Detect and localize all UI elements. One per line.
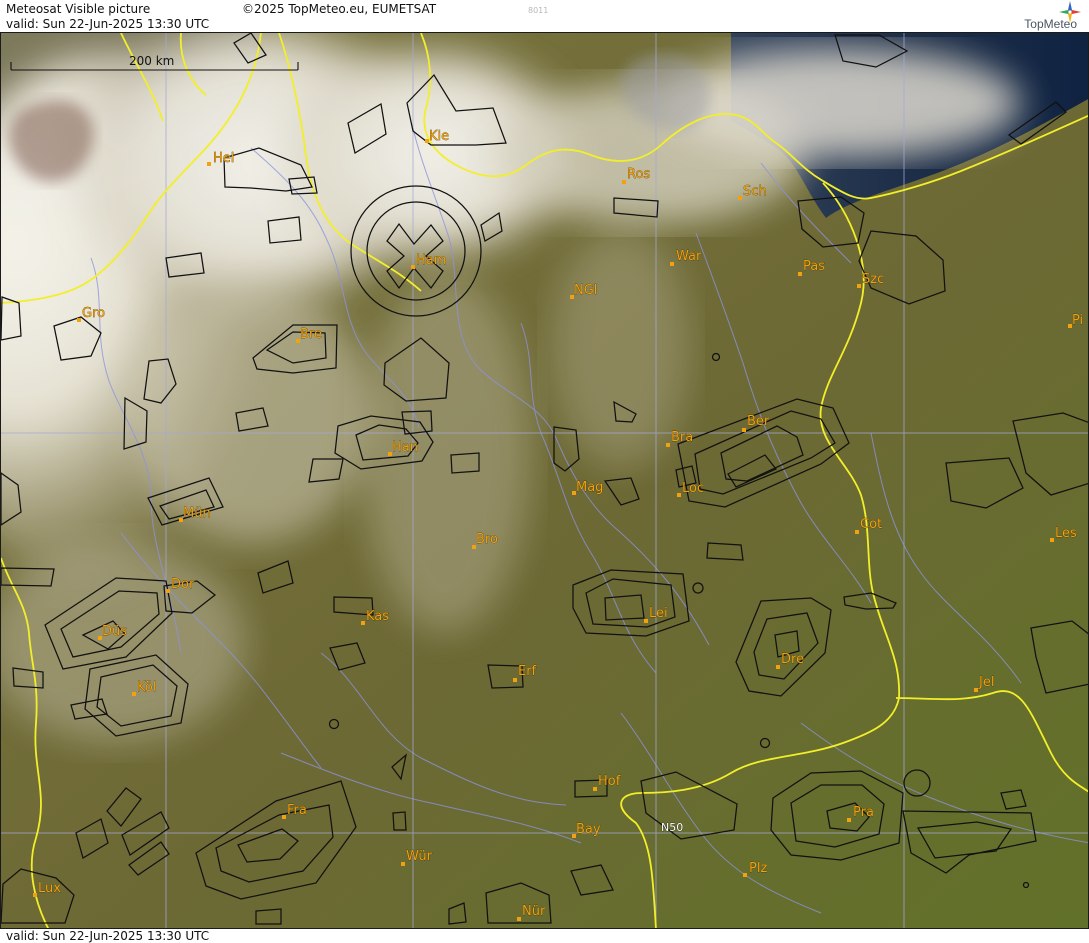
city-label-lux[interactable]: Lux (38, 881, 62, 896)
city-marker-icon (513, 678, 517, 682)
city-label-bre[interactable]: Bre (300, 327, 322, 342)
city-label-wur[interactable]: Wür (406, 849, 433, 864)
city-label-erf[interactable]: Erf (518, 664, 537, 679)
city-label-jel[interactable]: Jel (978, 675, 995, 690)
brand-name: TopMeteo (1024, 17, 1077, 31)
city-label-pra[interactable]: Pra (853, 805, 874, 820)
city-label-hel[interactable]: Hel (213, 151, 235, 166)
topmeteo-logo[interactable]: TopMeteo (991, 1, 1083, 31)
city-marker-icon (666, 443, 670, 447)
copyright-text: ©2025 TopMeteo.eu, EUMETSAT (242, 2, 437, 16)
city-marker-icon (677, 493, 681, 497)
city-label-bro[interactable]: Bro (476, 532, 498, 547)
valid-time-header: valid: Sun 22-Jun-2025 13:30 UTC (6, 17, 210, 31)
city-label-gro[interactable]: Gro (82, 306, 106, 321)
city-label-pi[interactable]: Pi (1072, 313, 1084, 328)
valid-time-footer: valid: Sun 22-Jun-2025 13:30 UTC (6, 929, 210, 943)
city-marker-icon (974, 688, 978, 692)
image-code: 8011 (528, 6, 549, 15)
city-label-war[interactable]: War (676, 249, 702, 264)
city-marker-icon (847, 818, 851, 822)
city-marker-icon (776, 665, 780, 669)
city-label-dre[interactable]: Dre (781, 652, 805, 667)
city-marker-icon (411, 265, 415, 269)
city-label-pas[interactable]: Pas (803, 259, 826, 274)
city-label-ngl[interactable]: NGl (574, 283, 598, 298)
city-marker-icon (77, 318, 81, 322)
city-label-les[interactable]: Les (1055, 526, 1077, 541)
city-label-cot[interactable]: Cot (860, 517, 883, 532)
city-marker-icon (361, 621, 365, 625)
city-label-dus[interactable]: Düs (102, 624, 128, 639)
city-marker-icon (798, 272, 802, 276)
city-label-plz[interactable]: Plz (749, 861, 768, 876)
latitude-label: N50 (661, 821, 683, 834)
city-marker-icon (743, 873, 747, 877)
city-label-ber[interactable]: Ber (747, 414, 770, 429)
city-label-kas[interactable]: Kas (366, 609, 390, 624)
city-marker-icon (33, 893, 37, 897)
city-marker-icon (738, 196, 742, 200)
city-marker-icon (855, 530, 859, 534)
city-marker-icon (207, 162, 211, 166)
map-viewport[interactable]: 200 km N50 Hel Kie Ros Sch War Pas Szc H… (0, 32, 1089, 929)
city-marker-icon (517, 917, 521, 921)
city-label-hof[interactable]: Hof (598, 774, 621, 789)
city-label-sch[interactable]: Sch (743, 184, 767, 199)
city-label-lei[interactable]: Lei (649, 606, 668, 621)
city-label-han[interactable]: Han (392, 440, 418, 455)
city-label-kie[interactable]: Kie (429, 129, 450, 144)
city-label-kol[interactable]: Köl (137, 680, 157, 695)
city-label-mun[interactable]: Mün (183, 506, 211, 521)
satellite-map-page: Meteosat Visible picture ©2025 TopMeteo.… (0, 0, 1089, 943)
city-marker-icon (282, 815, 286, 819)
city-marker-icon (132, 692, 136, 696)
map-title: Meteosat Visible picture (6, 2, 151, 16)
header-bar: Meteosat Visible picture ©2025 TopMeteo.… (0, 0, 1089, 32)
city-marker-icon (622, 180, 626, 184)
city-label-fra[interactable]: Fra (287, 803, 307, 818)
city-label-ros[interactable]: Ros (627, 167, 651, 182)
city-marker-icon (401, 862, 405, 866)
footer-bar: valid: Sun 22-Jun-2025 13:30 UTC (0, 929, 1089, 943)
city-label-bay[interactable]: Bay (576, 822, 601, 837)
city-label-szc[interactable]: Szc (862, 272, 885, 287)
city-label-dor[interactable]: Dor (171, 577, 195, 592)
city-label-mag[interactable]: Mag (576, 480, 604, 495)
city-label-ham[interactable]: Ham (416, 253, 447, 268)
city-label-bra[interactable]: Bra (671, 430, 694, 445)
map-canvas[interactable]: 200 km N50 Hel Kie Ros Sch War Pas Szc H… (1, 33, 1089, 929)
city-marker-icon (670, 262, 674, 266)
city-marker-icon (166, 589, 170, 593)
city-marker-icon (644, 619, 648, 623)
city-marker-icon (1050, 538, 1054, 542)
city-marker-icon (857, 284, 861, 288)
city-label-loc[interactable]: Loc (682, 481, 705, 496)
city-marker-icon (742, 428, 746, 432)
city-label-nur[interactable]: Nür (522, 904, 546, 919)
city-marker-icon (593, 787, 597, 791)
scale-label: 200 km (129, 54, 174, 68)
